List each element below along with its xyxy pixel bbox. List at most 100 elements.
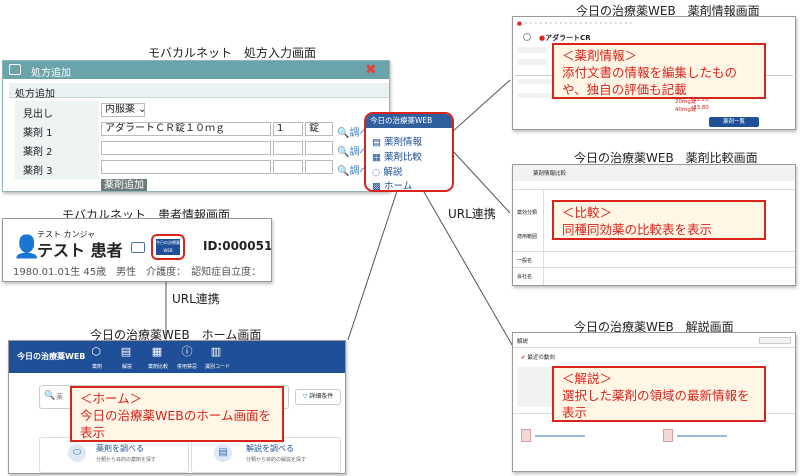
home-card-drug-sub: 分類から目的の薬剤を探す — [96, 457, 157, 463]
placeholder-block — [517, 367, 557, 407]
popup-menu-title: 今日の治療薬WEB — [366, 114, 452, 128]
menu-item-drug-info-label: 薬剤情報 — [384, 137, 423, 148]
radio-icon — [523, 33, 531, 41]
section-title: 処方追加 — [15, 89, 55, 100]
search-icon: 🔍 — [337, 166, 350, 177]
connector-comparison — [451, 149, 511, 214]
drug-list-button[interactable]: 薬剤一覧 — [709, 117, 759, 127]
menu-item-commentary[interactable]: ◌ 解説 — [372, 164, 402, 178]
placeholder-line — [517, 59, 547, 65]
window-icon — [9, 64, 21, 75]
compare-icon[interactable]: ▦ — [150, 345, 164, 359]
patient-id: ID:000051 — [203, 239, 272, 253]
row-label-generic: 一般名 — [517, 258, 533, 264]
nav-drug[interactable]: 薬剤 — [92, 363, 102, 370]
drug-info-note: ■ ・・・・・・・・・・・・・・・・・・・・・・ — [517, 21, 634, 27]
filter-label: 詳細条件 — [309, 393, 334, 400]
drug1-qty[interactable]: 1 — [273, 122, 303, 136]
print-button[interactable] — [759, 337, 791, 344]
comparison-col-header — [513, 182, 795, 190]
menu-item-commentary-label: 解説 — [383, 167, 403, 178]
connector-drug-info — [451, 79, 511, 133]
nav-comparison[interactable]: 薬剤比較 — [148, 363, 168, 370]
drug1-unit[interactable]: 錠 — [305, 122, 333, 136]
drug-info-name: ●アダラートCR — [539, 33, 591, 43]
home-search-placeholder: 薬 — [56, 393, 63, 401]
home-card-drug[interactable]: ⬭ 薬剤を調べる 分類から目的の薬剤を探す — [39, 437, 189, 473]
home-callout: ＜ホーム＞ 今日の治療薬WEBのホーム画面を表示 — [70, 386, 284, 442]
drug3-qty[interactable] — [273, 160, 303, 174]
menu-item-home[interactable]: ▩ ホーム — [372, 178, 413, 192]
divider — [513, 347, 795, 348]
home-app-title: 今日の治療薬WEB — [17, 352, 86, 361]
patient-badge-highlight: 今日の治療薬WEB — [151, 234, 185, 260]
connector-home — [347, 187, 399, 341]
bullet-icon: ■ — [517, 21, 522, 27]
warning-icon[interactable]: ⓘ — [180, 345, 194, 359]
commentary-section: ✔ 最近の動向 — [521, 353, 555, 361]
home-card-commentary-title: 解説を調べる — [246, 444, 294, 453]
drug3-input[interactable] — [101, 160, 271, 174]
filter-icon: ▽ — [302, 393, 308, 400]
add-drug-button[interactable]: 薬剤追加 — [101, 179, 147, 191]
drug3-unit[interactable] — [305, 160, 333, 174]
drug2-unit[interactable] — [305, 141, 333, 155]
card-icon — [131, 242, 145, 253]
comparison-title: 薬剤情報比較 — [533, 171, 567, 177]
url-link-label-left: URL連携 — [172, 292, 220, 306]
comparison-header: 薬剤情報比較 — [513, 165, 795, 181]
commentary-section-text: 最近の動向 — [527, 355, 555, 361]
drug2-qty[interactable] — [273, 141, 303, 155]
commentary-header: 解説 — [517, 339, 529, 345]
heading-label: 見出し — [23, 109, 53, 120]
link-line-2[interactable] — [677, 435, 727, 437]
grid-icon: ▩ — [372, 181, 381, 192]
search-icon: 🔍 — [337, 128, 350, 139]
home-callout-body: 今日の治療薬WEBのホーム画面を表示 — [80, 408, 271, 440]
drug-icon[interactable]: ⬡ — [89, 345, 103, 359]
heading-select-value: 内服薬 — [105, 104, 135, 115]
menu-item-drug-info[interactable]: ▤ 薬剤情報 — [372, 134, 422, 148]
nav-commentary[interactable]: 解説 — [122, 363, 132, 370]
home-card-drug-title: 薬剤を調べる — [96, 444, 144, 453]
table-icon: ▦ — [372, 152, 381, 163]
book-icon: ▤ — [214, 444, 232, 462]
menu-item-home-label: ホーム — [384, 181, 413, 192]
home-header: 今日の治療薬WEB ⬡ 薬剤 ▤ 解説 ▦ 薬剤比較 ⓘ 併用禁忌 ▥ 識別コー… — [9, 341, 345, 373]
grid-line — [513, 251, 795, 252]
comparison-callout: ＜比較＞ 同種同効薬の比較表を表示 — [552, 200, 766, 240]
filter-button[interactable]: ▽ 詳細条件 — [295, 389, 341, 405]
drug-info-callout-title: ＜薬剤情報＞ — [562, 48, 638, 63]
nav-contraindication[interactable]: 併用禁忌 — [177, 363, 197, 370]
drug-info-callout: ＜薬剤情報＞ 添付文書の情報を編集したものや、独自の評価も記載 — [552, 43, 766, 99]
grid-line — [543, 190, 544, 285]
thumbnail-1[interactable] — [521, 429, 531, 442]
url-link-label-right: URL連携 — [448, 207, 496, 221]
row-label-class: 薬効分類 — [517, 210, 538, 216]
book-icon[interactable]: ▤ — [119, 345, 133, 359]
heading-select[interactable]: 内服薬 ⌄ — [101, 103, 145, 117]
nav-id-code[interactable]: 識別コード — [205, 363, 230, 370]
close-icon[interactable]: ✖ — [365, 62, 377, 78]
drug-info-name-text: アダラートCR — [545, 34, 591, 42]
home-card-commentary[interactable]: ▤ 解説を調べる 分類から目的の解説を探す — [191, 437, 341, 473]
drug2-input[interactable] — [101, 141, 271, 155]
drug1-input[interactable]: アダラートＣＲ錠１０ｍｇ — [101, 122, 271, 136]
menu-item-comparison-label: 薬剤比較 — [384, 152, 423, 163]
link-line-1[interactable] — [535, 435, 585, 437]
check-icon: ✔ — [521, 355, 526, 361]
search-icon: 🔍 — [337, 147, 350, 158]
patient-badge[interactable]: 今日の治療薬WEB — [156, 239, 180, 255]
commentary-callout-body: 選択した薬剤の領域の最新情報を表示 — [562, 388, 750, 420]
drug3-label: 薬剤 3 — [23, 166, 53, 177]
row-label-range: 適用範囲 — [517, 234, 538, 240]
row-label-company: 会社名 — [517, 274, 533, 280]
comparison-callout-title: ＜比較＞ — [562, 205, 613, 220]
thumbnail-2[interactable] — [663, 429, 673, 442]
price-b: 23.80 — [693, 105, 709, 111]
drug-info-callout-body: 添付文書の情報を編集したものや、独自の評価も記載 — [562, 65, 738, 97]
barcode-icon[interactable]: ▥ — [209, 345, 223, 359]
patient-name: テスト 患者 — [37, 241, 123, 260]
menu-item-comparison[interactable]: ▦ 薬剤比較 — [372, 149, 422, 163]
comparison-callout-body: 同種同効薬の比較表を表示 — [562, 222, 713, 237]
